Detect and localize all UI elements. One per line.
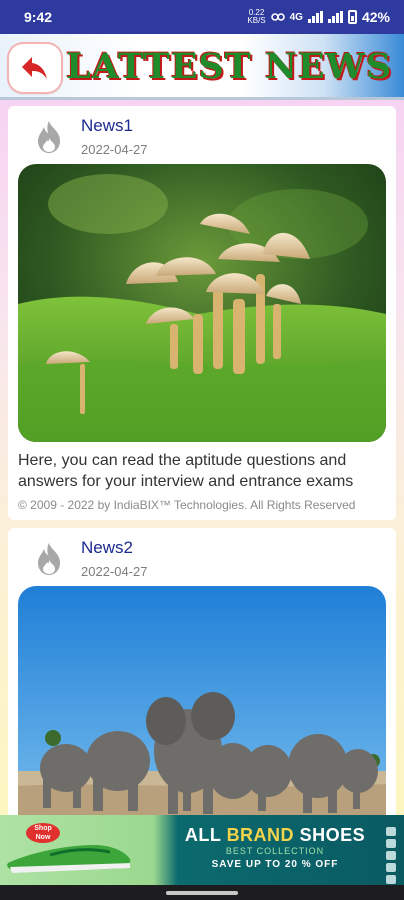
network-label: 4G [289,11,303,23]
news-description: Here, you can read the aptitude question… [18,452,354,490]
ad-offer: SAVE UP TO 20 % OFF [211,859,339,870]
fire-icon [38,543,60,575]
back-arrow-icon [22,57,47,79]
app-header: LATTEST NEWS [0,34,404,100]
news-card[interactable]: News2 2022-04-27 [8,528,396,815]
news-list[interactable]: News1 2022-04-27 Here, you can read the … [0,100,404,815]
ad-headline: ALL BRAND SHOES [184,825,366,845]
home-handle[interactable] [166,891,238,895]
shop-now-badge[interactable]: Shop Now [26,823,60,843]
system-nav-bar [0,885,404,900]
news-card-header: News1 2022-04-27 [16,114,388,160]
status-icons: 0.22 KB/S 4G 42% [247,8,390,26]
battery-icon [347,10,357,24]
status-time: 9:42 [24,9,53,25]
link-icon [270,13,285,21]
news-date: 2022-04-27 [81,142,148,157]
ad-social-icons [386,827,398,884]
news-card[interactable]: News1 2022-04-27 Here, you can read the … [8,106,396,520]
news-title[interactable]: News1 [81,116,133,136]
data-rate: 0.22 KB/S [247,8,266,25]
news-title[interactable]: News2 [81,538,133,558]
news-image[interactable] [18,164,386,442]
news-copyright: © 2009 - 2022 by IndiaBIX™ Technologies.… [18,498,356,512]
ad-banner[interactable]: Shop Now ALL BRAND SHOES BEST COLLECTION… [0,815,404,885]
mushroom-photo [18,164,386,442]
back-button[interactable] [9,44,61,92]
status-bar: 9:42 0.22 KB/S 4G 42% [0,0,404,34]
ad-text: ALL BRAND SHOES BEST COLLECTION SAVE UP … [180,825,370,870]
battery-level: 42% [361,9,390,25]
fire-icon [38,121,60,153]
news-image[interactable] [18,586,386,815]
elephants-photo [18,586,386,815]
shoe-icon [7,845,131,873]
news-card-header: News2 2022-04-27 [16,536,388,582]
signal-icon [307,11,323,23]
news-date: 2022-04-27 [81,564,148,579]
page-title: LATTEST NEWS [66,46,393,87]
ad-subline: BEST COLLECTION [225,846,325,856]
signal-icon-2 [327,11,343,23]
